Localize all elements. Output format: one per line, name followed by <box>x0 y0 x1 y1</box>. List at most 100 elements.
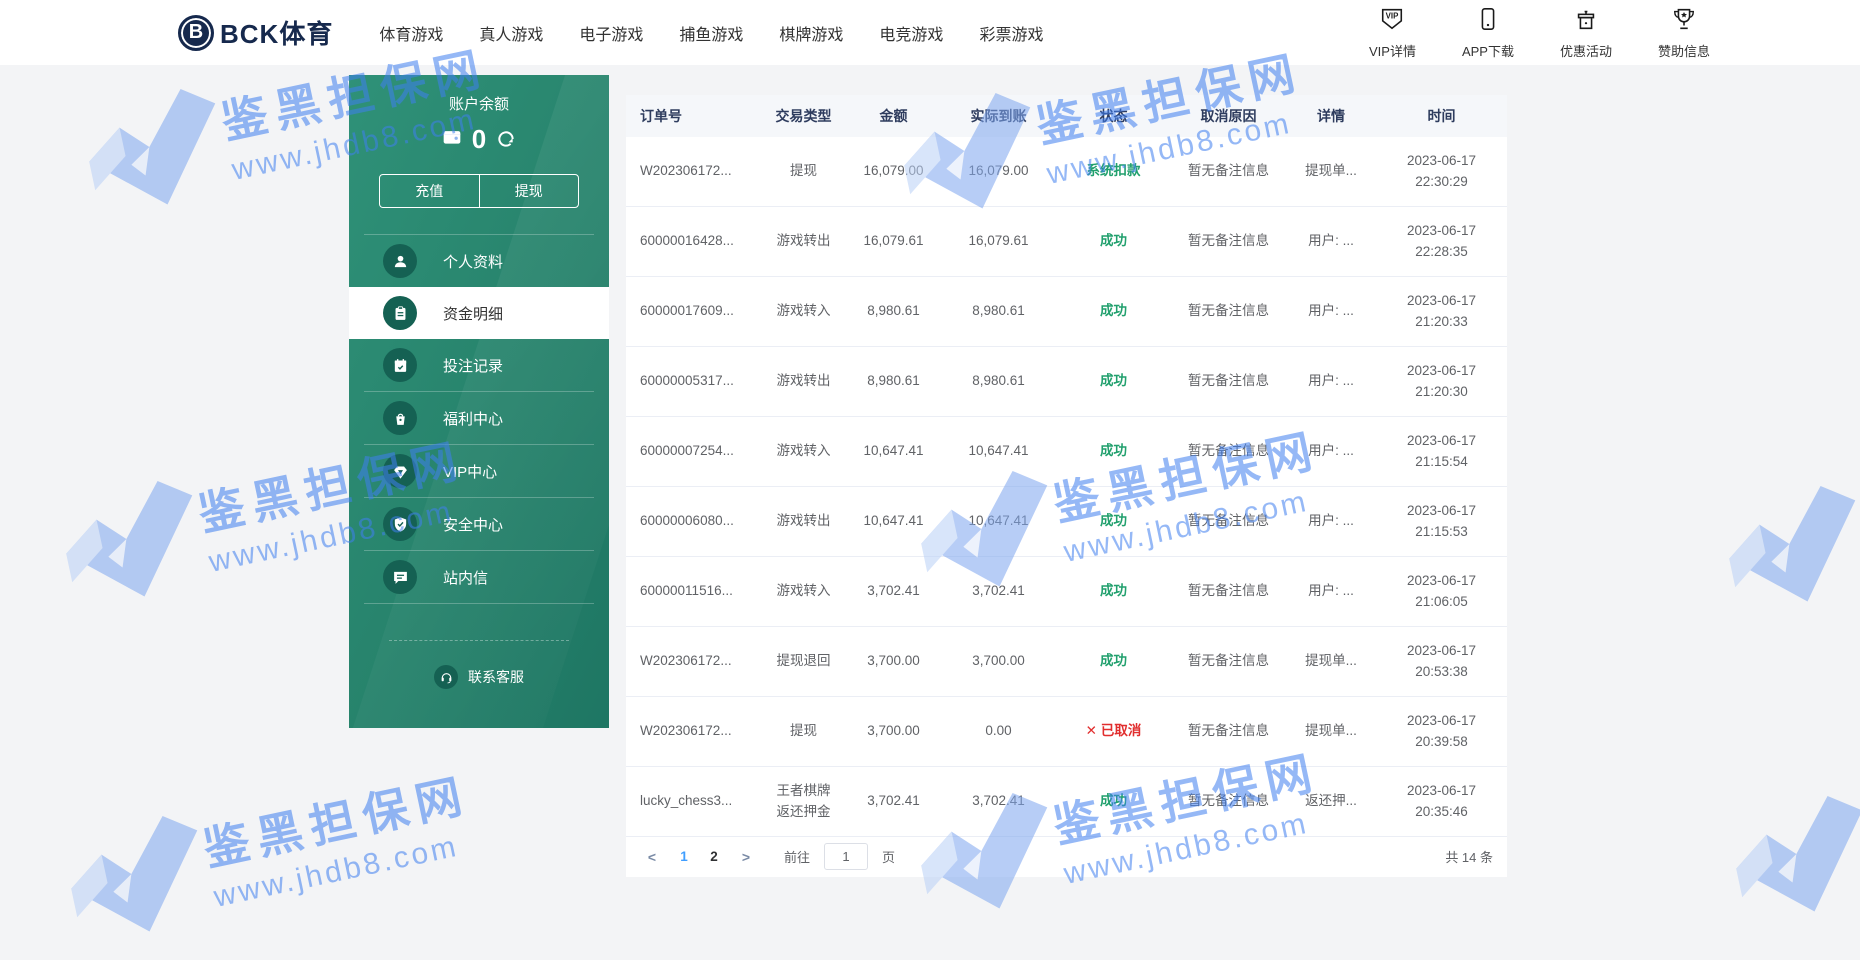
message-icon <box>383 560 417 594</box>
nav-item[interactable]: 体育游戏 <box>379 21 443 45</box>
cell-detail-link[interactable]: 用户: ... <box>1286 301 1376 321</box>
quick-menu-item[interactable]: 赞助信息 <box>1658 6 1710 60</box>
cell-cancel-reason: 暂无备注信息 <box>1188 233 1269 249</box>
cell-cancel-reason: 暂无备注信息 <box>1188 443 1269 459</box>
nav-item[interactable]: 电竞游戏 <box>879 21 943 45</box>
cell-date: 2023-06-17 <box>1406 363 1477 379</box>
nav-item[interactable]: 电子游戏 <box>579 21 643 45</box>
nav-item[interactable]: 棋牌游戏 <box>779 21 843 45</box>
column-header: 交易类型 <box>775 108 832 124</box>
page-number-button[interactable]: 1 <box>672 844 696 870</box>
balance-row: 0 <box>349 126 609 152</box>
cell-order-no: 60000006080... <box>640 513 734 529</box>
table-row: 60000006080... 游戏转出 10,647.41 10,647.41 … <box>626 487 1507 557</box>
cell-date: 2023-06-17 <box>1406 503 1477 519</box>
table-row: 60000016428... 游戏转出 16,079.61 16,079.61 … <box>626 207 1507 277</box>
cell-amount: 3,700.00 <box>867 723 920 739</box>
site-watermark: 鉴黑担保网www.jhdb8.com <box>1716 723 1860 940</box>
brand-name: BCK体育 <box>220 19 334 49</box>
table-row: lucky_chess3... 王者棋牌 返还押金 3,702.41 3,702… <box>626 767 1507 837</box>
funds-icon <box>383 296 417 330</box>
cell-clock-time: 22:28:35 <box>1415 243 1468 259</box>
cell-detail-link[interactable]: 用户: ... <box>1286 581 1376 601</box>
balance-value: 0 <box>471 124 487 154</box>
cell-clock-time: 21:06:05 <box>1415 593 1468 609</box>
cell-status: 系统扣款 <box>1086 163 1141 179</box>
quick-menu-item[interactable]: VIP VIP详情 <box>1369 6 1416 60</box>
cell-status: 成功 <box>1100 513 1127 529</box>
contact-support-button[interactable]: 联系客服 <box>349 665 609 689</box>
page-number-button[interactable]: 2 <box>702 844 726 870</box>
cell-detail-link[interactable]: 提现单... <box>1286 721 1376 741</box>
sidebar-item[interactable]: VIP中心 <box>349 445 609 497</box>
quick-menu-item[interactable]: APP下载 <box>1462 6 1514 60</box>
quick-menu-label: 赞助信息 <box>1657 43 1710 59</box>
cell-order-no: 60000016428... <box>640 233 734 249</box>
cell-clock-time: 21:15:53 <box>1415 523 1468 539</box>
cell-actual-amount: 16,079.00 <box>968 163 1029 179</box>
cell-clock-time: 22:30:29 <box>1415 173 1468 189</box>
sidebar-item-label: VIP中心 <box>443 463 498 481</box>
cell-time: 2023-06-17 21:06:05 <box>1376 571 1507 612</box>
cell-clock-time: 20:39:58 <box>1415 733 1468 749</box>
nav-item[interactable]: 真人游戏 <box>479 21 543 45</box>
sidebar-item-label: 投注记录 <box>443 357 504 375</box>
sidebar-item[interactable]: 福利中心 <box>349 392 609 444</box>
next-page-button[interactable]: > <box>734 849 758 865</box>
cell-order-no: 60000005317... <box>640 373 734 389</box>
cell-status: 成功 <box>1100 373 1127 389</box>
cell-cancel-reason: 暂无备注信息 <box>1188 163 1269 179</box>
table-header: 订单号 交易类型 金额 实际到账 状态 取消原因 详情 时间 <box>626 95 1507 137</box>
sidebar-item[interactable]: 站内信 <box>349 551 609 603</box>
cell-detail-link[interactable]: 用户: ... <box>1286 371 1376 391</box>
sidebar-item-label: 资金明细 <box>443 305 504 323</box>
sidebar-item-label: 站内信 <box>443 569 489 587</box>
quick-menu-label: VIP详情 <box>1368 43 1416 59</box>
goto-page-input[interactable] <box>824 843 869 870</box>
sidebar-item[interactable]: 资金明细 <box>349 287 609 339</box>
cell-status: 成功 <box>1100 793 1127 809</box>
cell-amount: 8,980.61 <box>867 303 920 319</box>
column-header: 详情 <box>1317 108 1345 124</box>
cell-clock-time: 20:53:38 <box>1415 663 1468 679</box>
page-numbers: 12 <box>672 844 726 870</box>
cell-order-no: W202306172... <box>640 723 732 739</box>
cell-amount: 10,647.41 <box>863 443 924 459</box>
cell-transaction-type: 游戏转出 <box>776 513 831 529</box>
cell-transaction-type: 提现退回 <box>776 653 831 669</box>
cell-time: 2023-06-17 20:53:38 <box>1376 641 1507 682</box>
brand-logo[interactable]: B BCK体育 <box>178 14 333 51</box>
site-watermark: 鉴黑担保网www.jhdb8.com <box>1709 413 1860 630</box>
cell-status: 成功 <box>1100 653 1127 669</box>
page-unit-label: 页 <box>882 850 896 865</box>
cell-detail-link[interactable]: 返还押... <box>1286 791 1376 811</box>
quick-menu-item[interactable]: 优惠活动 <box>1560 6 1612 60</box>
cell-order-no: 60000007254... <box>640 443 734 459</box>
cell-transaction-type: 游戏转出 <box>776 233 831 249</box>
cell-actual-amount: 0.00 <box>985 723 1012 739</box>
withdraw-button[interactable]: 提现 <box>478 175 579 207</box>
cell-actual-amount: 3,702.41 <box>972 793 1025 809</box>
cell-date: 2023-06-17 <box>1406 573 1477 589</box>
nav-item[interactable]: 彩票游戏 <box>979 21 1043 45</box>
cell-date: 2023-06-17 <box>1406 643 1477 659</box>
cell-detail-link[interactable]: 提现单... <box>1286 651 1376 671</box>
cell-detail-link[interactable]: 用户: ... <box>1286 231 1376 251</box>
nav-item[interactable]: 捕鱼游戏 <box>679 21 743 45</box>
cell-detail-link[interactable]: 提现单... <box>1286 161 1376 181</box>
sidebar-item[interactable]: 个人资料 <box>349 235 609 287</box>
sidebar-item[interactable]: 安全中心 <box>349 498 609 550</box>
prev-page-button[interactable]: < <box>640 849 664 865</box>
cell-date: 2023-06-17 <box>1406 293 1477 309</box>
refresh-balance-icon[interactable] <box>496 129 516 149</box>
cell-cancel-reason: 暂无备注信息 <box>1188 583 1269 599</box>
cell-detail-link[interactable]: 用户: ... <box>1286 441 1376 461</box>
account-sidebar: 账户余额 0 充值 提现 个人资料 资金明细 投注记录 福利中心 VIP中心 安全中心 站内… <box>349 75 609 728</box>
cell-date: 2023-06-17 <box>1406 153 1477 169</box>
cell-detail-link[interactable]: 用户: ... <box>1286 511 1376 531</box>
sidebar-item[interactable]: 投注记录 <box>349 339 609 391</box>
cell-clock-time: 21:20:30 <box>1415 383 1468 399</box>
cancel-x-icon: ✕ <box>1085 723 1097 739</box>
welfare-icon <box>383 401 417 435</box>
recharge-button[interactable]: 充值 <box>380 175 479 207</box>
